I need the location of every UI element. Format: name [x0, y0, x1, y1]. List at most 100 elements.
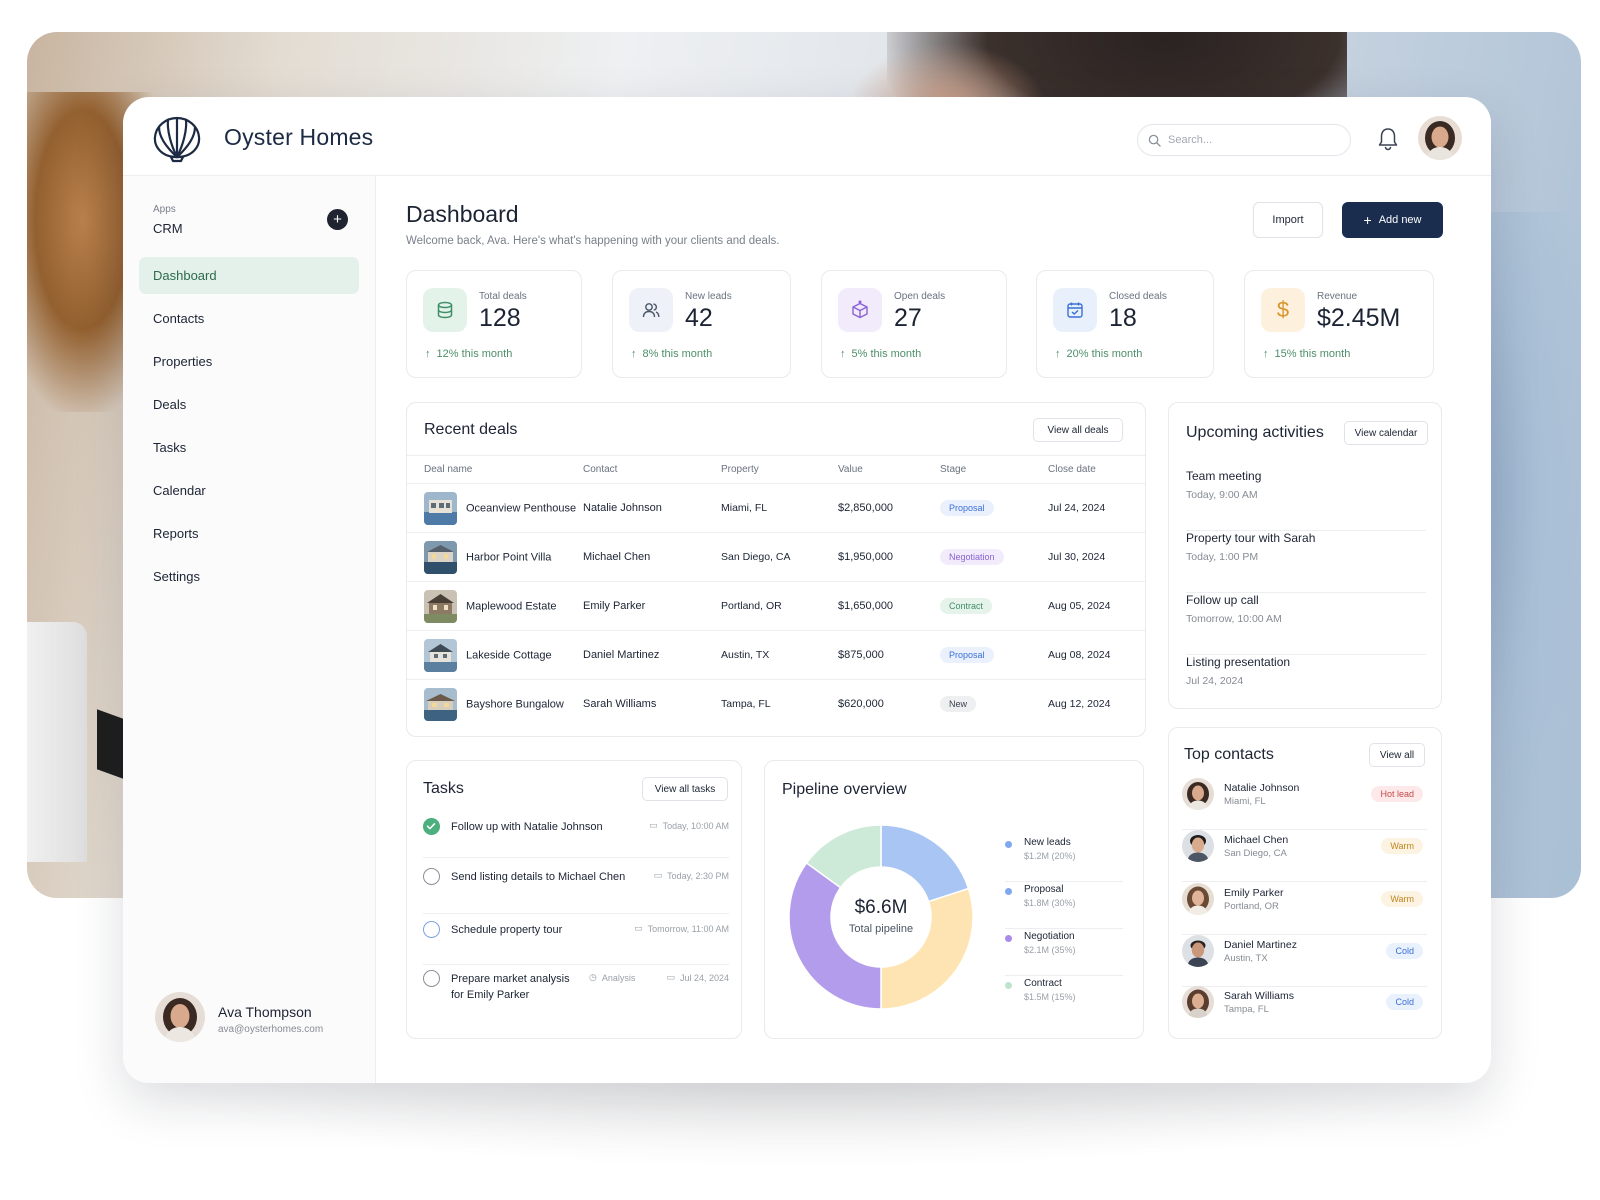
- column-header[interactable]: Stage: [940, 455, 1048, 484]
- sidebar-item-calendar[interactable]: Calendar: [139, 472, 359, 509]
- column-header[interactable]: Close date: [1048, 455, 1145, 484]
- brand-name: Oyster Homes: [224, 124, 374, 150]
- tasks-card: Tasks View all tasks Follow up with Nata…: [406, 760, 742, 1039]
- task-item[interactable]: Prepare market analysis for Emily Parker…: [423, 970, 729, 1010]
- calendar-check-icon: [1053, 288, 1097, 332]
- column-header[interactable]: Deal name: [407, 455, 583, 484]
- view-all-contacts-button[interactable]: View all: [1369, 743, 1425, 767]
- task-checkbox[interactable]: [423, 921, 440, 938]
- table-row[interactable]: Maplewood Estate Emily Parker Portland, …: [407, 581, 1145, 631]
- task-checkbox-checked[interactable]: [423, 818, 440, 835]
- contact-row[interactable]: Natalie Johnson Miami, FL Hot lead: [1182, 778, 1427, 830]
- stat-card-revenue[interactable]: $ Revenue $2.45M ↑ 15% this month: [1244, 270, 1434, 378]
- stat-card-total-deals[interactable]: Total deals 128 ↑ 12% this month: [406, 270, 582, 378]
- contact-row[interactable]: Daniel Martinez Austin, TX Cold: [1182, 935, 1427, 987]
- stage-badge: Proposal: [940, 500, 994, 516]
- column-header[interactable]: Value: [838, 455, 940, 484]
- top-bar: Oyster Homes: [123, 97, 1491, 176]
- deal-value: $2,850,000: [838, 483, 940, 533]
- import-button[interactable]: Import: [1253, 202, 1323, 238]
- task-checkbox[interactable]: [423, 970, 440, 987]
- search-input[interactable]: [1168, 134, 1338, 146]
- shell-logo-icon: [153, 116, 201, 163]
- stat-card-open-deals[interactable]: Open deals 27 ↑ 5% this month: [821, 270, 1007, 378]
- sidebar-item-properties[interactable]: Properties: [139, 343, 359, 380]
- card-title: Recent deals: [424, 421, 518, 438]
- contact-name: Natalie Johnson: [1224, 782, 1300, 794]
- user-avatar[interactable]: [1418, 116, 1462, 160]
- stat-change: ↑ 12% this month: [425, 348, 513, 360]
- page-title: Dashboard: [406, 201, 519, 227]
- contact-row[interactable]: Emily Parker Portland, OR Warm: [1182, 883, 1427, 935]
- legend-value: $1.8M (30%): [1024, 898, 1076, 908]
- deal-property: Portland, OR: [721, 581, 838, 631]
- profile-card[interactable]: Ava Thompson ava@oysterhomes.com: [155, 992, 365, 1048]
- column-header[interactable]: Property: [721, 455, 838, 484]
- top-contacts-card: Top contacts View all Natalie Johnson Mi…: [1168, 727, 1442, 1039]
- contact-row[interactable]: Sarah Williams Tampa, FL Cold: [1182, 986, 1427, 1038]
- activity-item[interactable]: Team meeting Today, 9:00 AM: [1186, 469, 1426, 531]
- legend-value: $2.1M (35%): [1024, 945, 1076, 955]
- notification-bell-icon[interactable]: [1377, 127, 1399, 151]
- deal-name: Lakeside Cottage: [466, 648, 552, 661]
- task-text: Send listing details to Michael Chen: [451, 871, 626, 883]
- calendar-icon: ▭: [666, 972, 675, 982]
- sidebar-item-tasks[interactable]: Tasks: [139, 429, 359, 466]
- activity-item[interactable]: Follow up call Tomorrow, 10:00 AM: [1186, 593, 1426, 655]
- contact-row[interactable]: Michael Chen San Diego, CA Warm: [1182, 830, 1427, 882]
- add-new-button[interactable]: + Add new: [1342, 202, 1443, 238]
- activity-item[interactable]: Listing presentation Jul 24, 2024: [1186, 655, 1426, 717]
- contact-avatar: [1182, 986, 1214, 1018]
- view-calendar-button[interactable]: View calendar: [1344, 421, 1428, 445]
- activity-item[interactable]: Property tour with Sarah Today, 1:00 PM: [1186, 531, 1426, 593]
- stat-card-closed-deals[interactable]: Closed deals 18 ↑ 20% this month: [1036, 270, 1214, 378]
- task-checkbox[interactable]: [423, 868, 440, 885]
- pipeline-total-label: Total pipeline: [848, 923, 914, 935]
- search-box[interactable]: [1137, 124, 1351, 156]
- table-row[interactable]: Bayshore Bungalow Sarah Williams Tampa, …: [407, 680, 1145, 729]
- task-item[interactable]: Follow up with Natalie Johnson ▭ Today, 1…: [423, 818, 729, 858]
- task-item[interactable]: Schedule property tour ▭ Tomorrow, 11:00 …: [423, 921, 729, 965]
- contact-location: San Diego, CA: [1224, 848, 1287, 859]
- deal-property: Miami, FL: [721, 483, 838, 533]
- pie-slice-negotiation[interactable]: [788, 861, 882, 1010]
- profile-email: ava@oysterhomes.com: [218, 1024, 324, 1035]
- pipeline-overview-card: Pipeline overview $6.6M Total pipeline N…: [764, 760, 1144, 1039]
- lead-badge: Cold: [1386, 994, 1423, 1010]
- users-icon: [629, 288, 673, 332]
- stat-card-new-leads[interactable]: New leads 42 ↑ 8% this month: [612, 270, 791, 378]
- table-row[interactable]: Harbor Point Villa Michael Chen San Dieg…: [407, 532, 1145, 582]
- property-thumbnail: [424, 540, 457, 574]
- stage-badge: Proposal: [940, 647, 994, 663]
- sidebar-item-deals[interactable]: Deals: [139, 386, 359, 423]
- table-row[interactable]: Oceanview Penthouse Natalie Johnson Miam…: [407, 483, 1145, 533]
- card-title: Top contacts: [1184, 746, 1274, 763]
- stage-badge: Negotiation: [940, 549, 1004, 565]
- view-all-tasks-button[interactable]: View all tasks: [642, 777, 728, 801]
- column-header[interactable]: Contact: [583, 455, 721, 484]
- pie-slice-new-leads[interactable]: [880, 824, 970, 903]
- deal-close-date: Aug 08, 2024: [1048, 630, 1145, 680]
- legend-name: New leads: [1024, 837, 1071, 848]
- arrow-up-icon: ↑: [1263, 348, 1269, 360]
- contact-name: Michael Chen: [1224, 834, 1289, 846]
- view-all-deals-button[interactable]: View all deals: [1033, 418, 1123, 442]
- upcoming-activities-card: Upcoming activities View calendar Team m…: [1168, 402, 1442, 709]
- profile-name: Ava Thompson: [218, 1004, 312, 1020]
- stat-value: 42: [685, 304, 713, 332]
- search-icon: [1148, 134, 1161, 147]
- legend-name: Proposal: [1024, 884, 1064, 895]
- stat-change: ↑ 20% this month: [1055, 348, 1143, 360]
- sidebar-item-reports[interactable]: Reports: [139, 515, 359, 552]
- sidebar-item-settings[interactable]: Settings: [139, 558, 359, 595]
- deal-name: Bayshore Bungalow: [466, 698, 564, 711]
- sidebar-item-contacts[interactable]: Contacts: [139, 300, 359, 337]
- deal-property: Austin, TX: [721, 630, 838, 680]
- apps-selector[interactable]: CRM: [153, 221, 183, 236]
- table-row[interactable]: Lakeside Cottage Daniel Martinez Austin,…: [407, 630, 1145, 680]
- add-app-button[interactable]: +: [327, 209, 348, 230]
- card-title: Upcoming activities: [1186, 424, 1324, 441]
- task-item[interactable]: Send listing details to Michael Chen ▭ To…: [423, 868, 729, 914]
- activity-time: Today, 9:00 AM: [1186, 489, 1258, 501]
- sidebar-item-dashboard[interactable]: Dashboard: [139, 257, 359, 294]
